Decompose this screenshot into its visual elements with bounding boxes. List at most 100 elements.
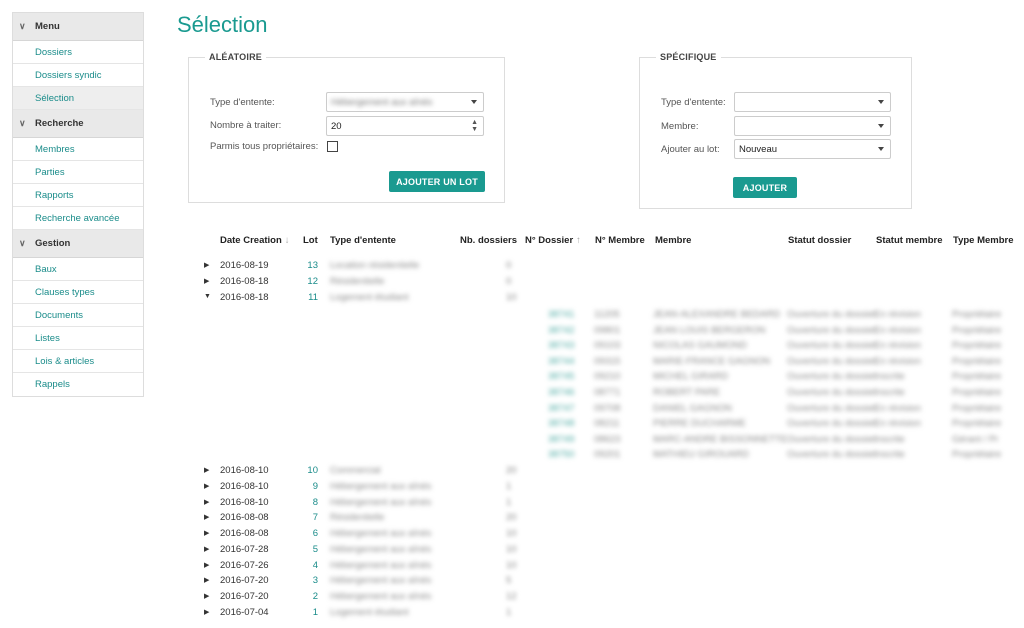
sidebar-item-dossiers[interactable]: Dossiers <box>13 41 143 64</box>
sort-up-icon: ↑ <box>576 235 581 246</box>
detail-row[interactable]: 38744 09315 MARIE-FRANCE GAGNON Ouverture d… <box>548 354 1018 370</box>
ajouter-lot-button[interactable]: AJOUTER UN LOT <box>389 171 485 192</box>
detail-row[interactable]: 38741 11205 JEAN-ALEXANDRE BEDARD Ouverture… <box>548 307 1018 323</box>
table-row[interactable]: ▶ 2016-07-20 3 Hébergement aux aînés 5 <box>188 573 688 588</box>
sidebar-item-membres[interactable]: Membres <box>13 138 143 161</box>
sidebar-section-gestion[interactable]: ∨ Gestion <box>13 230 143 258</box>
detail-row[interactable]: 38749 08623 MARC-ANDRE BISSONNETTE Ouvertur… <box>548 432 1018 448</box>
nombre-input[interactable]: 20 ▲ ▼ <box>326 116 484 136</box>
collapsed-triangle-icon[interactable]: ▶ <box>204 561 209 569</box>
table-row[interactable]: ▶ 2016-07-20 2 Hébergement aux aînés 12 <box>188 589 688 604</box>
expanded-triangle-icon[interactable]: ▼ <box>204 293 211 300</box>
ajouter-button[interactable]: AJOUTER <box>733 177 797 198</box>
row-lot[interactable]: 6 <box>301 528 318 539</box>
col-statut-membre[interactable]: Statut membre <box>876 235 943 246</box>
col-nb-dossiers[interactable]: Nb. dossiers <box>460 235 517 246</box>
spec-type-select[interactable] <box>734 92 891 112</box>
sidebar-item-lois-articles[interactable]: Lois & articles <box>13 350 143 373</box>
collapsed-triangle-icon[interactable]: ▶ <box>204 513 209 521</box>
row-lot[interactable]: 1 <box>301 607 318 618</box>
collapsed-triangle-icon[interactable]: ▶ <box>204 482 209 490</box>
detail-row[interactable]: 38743 09103 NICOLAS GAUMOND Ouverture du do… <box>548 338 1018 354</box>
row-lot[interactable]: 2 <box>301 591 318 602</box>
detail-dossier[interactable]: 38746 <box>548 387 574 398</box>
col-no-membre[interactable]: N° Membre <box>595 235 645 246</box>
col-statut-dossier[interactable]: Statut dossier <box>788 235 851 246</box>
sidebar-item-baux[interactable]: Baux <box>13 258 143 281</box>
table-row[interactable]: ▶ 2016-08-19 13 Location résidentielle 0 <box>188 258 688 273</box>
collapsed-triangle-icon[interactable]: ▶ <box>204 576 209 584</box>
table-row[interactable]: ▶ 2016-08-08 6 Hébergement aux aînés 10 <box>188 526 688 541</box>
sidebar-item-parties[interactable]: Parties <box>13 161 143 184</box>
detail-row[interactable]: 38750 09201 MATHIEU GIROUARD Ouverture du d… <box>548 447 1018 463</box>
table-row[interactable]: ▶ 2016-08-10 8 Hébergement aux aînés 1 <box>188 495 688 510</box>
sidebar-item-recherche-avancee[interactable]: Recherche avancée <box>13 207 143 230</box>
row-lot[interactable]: 5 <box>301 544 318 555</box>
row-lot[interactable]: 12 <box>301 276 318 287</box>
detail-dossier[interactable]: 38750 <box>548 449 574 460</box>
spec-lot-select[interactable]: Nouveau <box>734 139 891 159</box>
table-row[interactable]: ▶ 2016-08-10 10 Commercial 20 <box>188 463 688 478</box>
sidebar-section-menu[interactable]: ∨ Menu <box>13 13 143 41</box>
table-row[interactable]: ▼ 2016-08-18 11 Logement étudiant 10 <box>188 290 688 305</box>
collapsed-triangle-icon[interactable]: ▶ <box>204 498 209 506</box>
detail-dossier[interactable]: 38744 <box>548 356 574 367</box>
sidebar-item-rapports[interactable]: Rapports <box>13 184 143 207</box>
detail-row[interactable]: 38748 08211 PIERRE DUCHARME Ouverture du do… <box>548 416 1018 432</box>
detail-row[interactable]: 38745 09210 MICHEL GIRARD Ouverture du doss… <box>548 369 1018 385</box>
sidebar-item-selection[interactable]: Sélection <box>13 87 143 110</box>
detail-membre: MATHIEU GIROUARD <box>653 449 749 461</box>
detail-dossier[interactable]: 38742 <box>548 325 574 336</box>
col-date-creation[interactable]: Date Creation ↓ <box>220 235 290 246</box>
col-membre[interactable]: Membre <box>655 235 691 246</box>
row-lot[interactable]: 8 <box>301 497 318 508</box>
row-lot[interactable]: 3 <box>301 575 318 586</box>
detail-dossier[interactable]: 38741 <box>548 309 574 320</box>
spinner-icon[interactable]: ▲ ▼ <box>471 119 478 133</box>
collapsed-triangle-icon[interactable]: ▶ <box>204 261 209 269</box>
row-lot[interactable]: 10 <box>301 465 318 476</box>
detail-row[interactable]: 38747 09708 DANIEL GAGNON Ouverture du doss… <box>548 401 1018 417</box>
table-row[interactable]: ▶ 2016-07-28 5 Hébergement aux aînés 10 <box>188 542 688 557</box>
collapsed-triangle-icon[interactable]: ▶ <box>204 277 209 285</box>
caret-down-icon <box>878 124 884 128</box>
collapsed-triangle-icon[interactable]: ▶ <box>204 529 209 537</box>
row-lot[interactable]: 11 <box>301 292 318 303</box>
detail-dossier[interactable]: 38748 <box>548 418 574 429</box>
table-row[interactable]: ▶ 2016-08-10 9 Hébergement aux aînés 1 <box>188 479 688 494</box>
detail-row[interactable]: 38746 08771 ROBERT PARE Ouverture du dossie… <box>548 385 1018 401</box>
detail-dossier[interactable]: 38749 <box>548 434 574 445</box>
sidebar-item-dossiers-syndic[interactable]: Dossiers syndic <box>13 64 143 87</box>
spec-membre-select[interactable] <box>734 116 891 136</box>
sidebar-item-documents[interactable]: Documents <box>13 304 143 327</box>
collapsed-triangle-icon[interactable]: ▶ <box>204 608 209 616</box>
sidebar-section-recherche[interactable]: ∨ Recherche <box>13 110 143 138</box>
detail-dossier[interactable]: 38747 <box>548 403 574 414</box>
detail-type-membre: Propriétaire <box>952 387 1002 398</box>
row-lot[interactable]: 9 <box>301 481 318 492</box>
detail-row[interactable]: 38742 09801 JEAN LOUIS BERGERON Ouverture d… <box>548 323 1018 339</box>
type-entente-select[interactable]: Hébergement aux aînés <box>326 92 484 112</box>
row-lot[interactable]: 4 <box>301 560 318 571</box>
parmis-checkbox[interactable] <box>327 141 338 152</box>
table-row[interactable]: ▶ 2016-07-04 1 Logement étudiant 1 <box>188 605 688 620</box>
table-row[interactable]: ▶ 2016-08-18 12 Résidentielle 0 <box>188 274 688 289</box>
row-lot[interactable]: 7 <box>301 512 318 523</box>
table-row[interactable]: ▶ 2016-08-08 7 Résidentielle 20 <box>188 510 688 525</box>
detail-membre: JEAN-ALEXANDRE BEDARD <box>653 309 781 320</box>
sidebar-item-listes[interactable]: Listes <box>13 327 143 350</box>
table-row[interactable]: ▶ 2016-07-26 4 Hébergement aux aînés 10 <box>188 558 688 573</box>
collapsed-triangle-icon[interactable]: ▶ <box>204 466 209 474</box>
col-type-entente[interactable]: Type d'entente <box>330 235 396 246</box>
sidebar-item-clauses-types[interactable]: Clauses types <box>13 281 143 304</box>
row-lot[interactable]: 13 <box>301 260 318 271</box>
col-no-dossier[interactable]: N° Dossier ↑ <box>525 235 581 246</box>
sidebar-section-label: Gestion <box>35 238 71 249</box>
col-lot[interactable]: Lot <box>303 235 318 246</box>
col-type-membre[interactable]: Type Membre <box>953 235 1014 246</box>
detail-dossier[interactable]: 38743 <box>548 340 574 351</box>
collapsed-triangle-icon[interactable]: ▶ <box>204 592 209 600</box>
sidebar-item-rappels[interactable]: Rappels <box>13 373 143 396</box>
detail-dossier[interactable]: 38745 <box>548 371 574 382</box>
collapsed-triangle-icon[interactable]: ▶ <box>204 545 209 553</box>
